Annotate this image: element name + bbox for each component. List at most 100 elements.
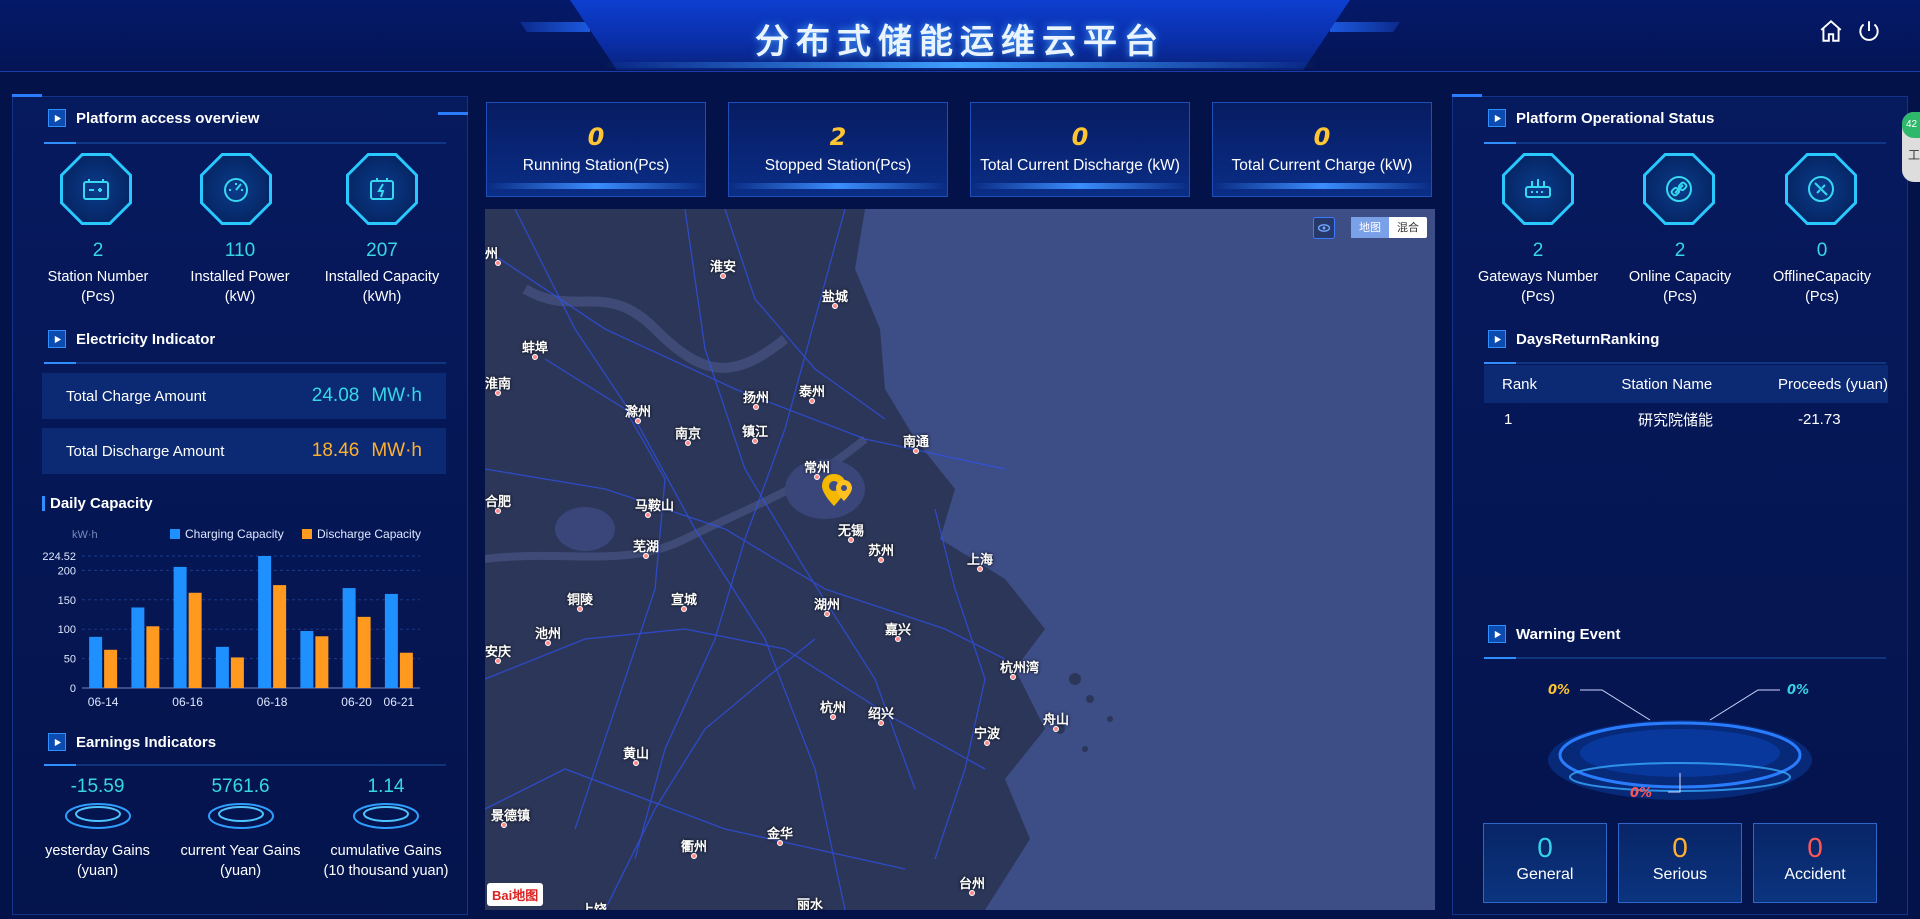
- section-title-earnings: Earnings Indicators: [48, 733, 216, 751]
- bar: [300, 630, 314, 688]
- page-title: 分布式储能运维云平台: [755, 22, 1165, 62]
- card-value: 2: [829, 123, 847, 151]
- x-tick-label: 06-18: [257, 695, 288, 709]
- router-icon: [1525, 179, 1551, 198]
- warning-pct-accident: 0%: [1630, 786, 1653, 801]
- cell-rank: 1: [1504, 410, 1513, 428]
- stat-installed-capacity: 207 Installed Capacity (kWh): [312, 240, 452, 307]
- col-header-station: Station Name: [1621, 375, 1713, 393]
- section-underline: [44, 764, 446, 766]
- earning-yesterday: -15.59 yesterday Gains (yuan): [25, 776, 170, 881]
- ranking-table-header: Rank Station Name Proceeds (yuan): [1484, 365, 1888, 403]
- home-icon[interactable]: [1818, 18, 1846, 46]
- city-dot: [720, 273, 726, 279]
- y-axis-unit: kW·h: [72, 529, 98, 541]
- stat-installed-power: 110 Installed Power (kW): [170, 240, 310, 307]
- warning-box-serious[interactable]: 0 Serious: [1618, 823, 1742, 903]
- daily-capacity-chart: kW·h Charging Capacity Discharge Capacity 0…: [42, 527, 421, 709]
- bar: [89, 636, 103, 688]
- warning-count: 0: [1537, 832, 1553, 863]
- ring-base-icon: [207, 803, 274, 829]
- city-dot: [681, 606, 687, 612]
- stat-value: 207: [366, 240, 398, 261]
- map-type-button-hybrid[interactable]: 混合: [1389, 217, 1427, 238]
- city-dot: [1010, 674, 1016, 680]
- header-deco-right: [1330, 22, 1400, 32]
- city-dot: [495, 658, 501, 664]
- earning-value: 5761.6: [211, 776, 270, 797]
- section-underline: [44, 362, 446, 364]
- city-dot: [969, 890, 975, 896]
- stat-gateways: 2 Gateways Number (Pcs): [1468, 240, 1608, 307]
- earning-unit: (yuan): [76, 863, 119, 879]
- eye-toggle-button[interactable]: [1313, 217, 1335, 239]
- city-dot: [495, 508, 501, 514]
- map-terrain: [485, 209, 1435, 910]
- play-icon: [48, 330, 66, 348]
- map-type-button-map[interactable]: 地图: [1351, 217, 1389, 238]
- bar: [357, 616, 371, 688]
- cell-proceeds: -21.73: [1798, 410, 1841, 428]
- y-tick-label: 150: [58, 595, 76, 607]
- stat-value: 2: [1532, 240, 1544, 261]
- card-value: 0: [1313, 123, 1331, 151]
- bar: [188, 592, 202, 688]
- card-glow: [729, 183, 947, 189]
- city-dot: [635, 418, 641, 424]
- card-glow: [971, 183, 1189, 189]
- earning-cumulative: 1.14 cumulative Gains (10 thousand yuan): [306, 776, 466, 881]
- city-dot: [830, 714, 836, 720]
- city-dot: [777, 840, 783, 846]
- earning-value: 1.14: [367, 776, 405, 797]
- ring-base-icon: [353, 803, 419, 829]
- power-icon[interactable]: [1856, 18, 1884, 46]
- warning-label: Serious: [1652, 866, 1708, 883]
- section-title-warning: Warning Event: [1488, 625, 1620, 643]
- stat-label: Gateways Number: [1477, 269, 1599, 285]
- x-tick-label: 06-20: [341, 695, 372, 709]
- section-title-status: Platform Operational Status: [1488, 109, 1714, 127]
- warning-box-general[interactable]: 0 General: [1483, 823, 1607, 903]
- indicator-total-charge: Total Charge Amount 24.08 MW·h: [42, 373, 446, 419]
- city-dot: [577, 606, 583, 612]
- warning-box-accident[interactable]: 0 Accident: [1753, 823, 1877, 903]
- side-widget[interactable]: 42 工: [1902, 112, 1920, 182]
- panel-corner: [12, 94, 42, 108]
- stat-label: Online Capacity: [1628, 269, 1732, 285]
- city-dot: [913, 448, 919, 454]
- card-glow: [1213, 183, 1431, 189]
- y-tick-label: 100: [58, 624, 76, 636]
- indicator-unit: MW·h: [371, 440, 422, 461]
- link-broken-icon: [1808, 176, 1834, 202]
- map-view[interactable]: 地图 混合 淮安 盐城 蚌埠 扬州 泰州 滁州 南京 镇江 南通 常州 合肥 马鞍山 无锡 芜湖 苏州 上海铜…: [485, 209, 1435, 910]
- legend-label: Charging Capacity: [185, 527, 284, 541]
- city-dot: [633, 760, 639, 766]
- city-dot: [848, 537, 854, 543]
- warning-pct-general: 0%: [1787, 683, 1810, 698]
- city-dot: [645, 512, 651, 518]
- section-title-text: DaysReturnRanking: [1516, 330, 1660, 348]
- station-marker[interactable]: [820, 472, 856, 515]
- stat-label: OfflineCapacity: [1772, 269, 1872, 285]
- city-dot: [895, 636, 901, 642]
- ring-base-icon: [64, 803, 131, 829]
- city-dot: [685, 440, 691, 446]
- city-dot: [532, 354, 538, 360]
- stat-label: Installed Capacity: [324, 269, 440, 285]
- card-label: Stopped Station(Pcs): [764, 157, 912, 174]
- indicator-unit: MW·h: [371, 385, 422, 406]
- earning-label: current Year Gains: [180, 843, 301, 859]
- city-dot: [878, 720, 884, 726]
- stat-unit: (kW): [224, 289, 256, 305]
- table-row[interactable]: 1 研究院储能 -21.73: [1484, 400, 1888, 438]
- stat-unit: (kWh): [362, 289, 402, 305]
- section-title-ranking: DaysReturnRanking: [1488, 330, 1659, 348]
- section-title-access: Platform access overview: [48, 109, 259, 127]
- bar: [131, 607, 145, 688]
- eye-icon: [1317, 224, 1331, 232]
- card-glow: [487, 183, 705, 189]
- earning-unit: (yuan): [219, 863, 262, 879]
- city-dot: [752, 438, 758, 444]
- city-dot: [809, 398, 815, 404]
- stat-label: Installed Power: [190, 269, 290, 285]
